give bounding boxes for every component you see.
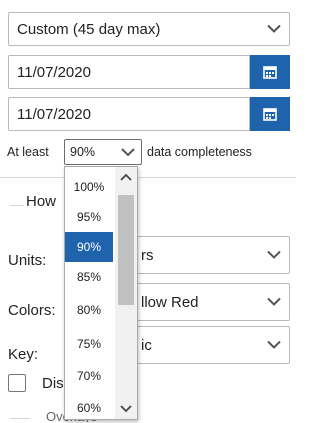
completeness-value: 90% bbox=[70, 145, 96, 159]
completeness-dropdown[interactable]: 100% 95% 90% 85% 80% 75% 70% 60% bbox=[64, 166, 138, 420]
completeness-select[interactable]: 90% bbox=[64, 139, 142, 165]
completeness-option[interactable]: 70% bbox=[65, 361, 113, 391]
calendar-icon bbox=[263, 108, 277, 121]
end-date-calendar-button[interactable] bbox=[250, 97, 290, 131]
completeness-option[interactable]: 85% bbox=[65, 262, 113, 292]
section-divider-line bbox=[10, 205, 24, 206]
chevron-up-icon[interactable] bbox=[120, 173, 132, 181]
end-date-value: 11/07/2020 bbox=[17, 105, 91, 123]
completeness-option[interactable]: 100% bbox=[65, 172, 113, 202]
chevron-down-icon bbox=[267, 24, 281, 33]
display-checkbox-label: Dis bbox=[42, 375, 64, 392]
section-header[interactable]: How bbox=[26, 193, 56, 210]
units-value: rs bbox=[141, 246, 154, 264]
bottom-divider bbox=[10, 418, 30, 419]
end-date-input[interactable]: 11/07/2020 bbox=[8, 97, 250, 131]
start-date-input[interactable]: 11/07/2020 bbox=[8, 55, 250, 89]
completeness-prefix: At least bbox=[7, 145, 49, 159]
chevron-down-icon bbox=[267, 250, 281, 259]
dropdown-scroll-thumb[interactable] bbox=[118, 195, 134, 305]
start-date-value: 11/07/2020 bbox=[17, 63, 91, 81]
key-label: Key: bbox=[8, 346, 39, 363]
dropdown-scrollbar[interactable] bbox=[115, 167, 137, 419]
completeness-suffix: data completeness bbox=[147, 145, 252, 159]
colors-label: Colors: bbox=[8, 302, 56, 319]
key-value: ic bbox=[141, 336, 152, 354]
chevron-down-icon bbox=[267, 297, 281, 306]
display-checkbox[interactable] bbox=[8, 374, 26, 392]
section-divider bbox=[0, 177, 296, 178]
completeness-option[interactable]: 80% bbox=[65, 295, 113, 325]
calendar-icon bbox=[263, 66, 277, 79]
completeness-option[interactable]: 90% bbox=[65, 232, 113, 262]
date-range-select[interactable]: Custom (45 day max) bbox=[8, 12, 290, 46]
completeness-option[interactable]: 75% bbox=[65, 329, 113, 359]
date-range-value: Custom (45 day max) bbox=[17, 20, 161, 38]
start-date-calendar-button[interactable] bbox=[250, 55, 290, 89]
completeness-option[interactable]: 95% bbox=[65, 202, 113, 232]
units-label: Units: bbox=[8, 252, 47, 269]
chevron-down-icon bbox=[121, 148, 135, 157]
completeness-option[interactable]: 60% bbox=[65, 393, 113, 423]
colors-value: llow Red bbox=[141, 293, 199, 311]
chevron-down-icon bbox=[267, 340, 281, 349]
chevron-down-icon[interactable] bbox=[120, 405, 132, 413]
